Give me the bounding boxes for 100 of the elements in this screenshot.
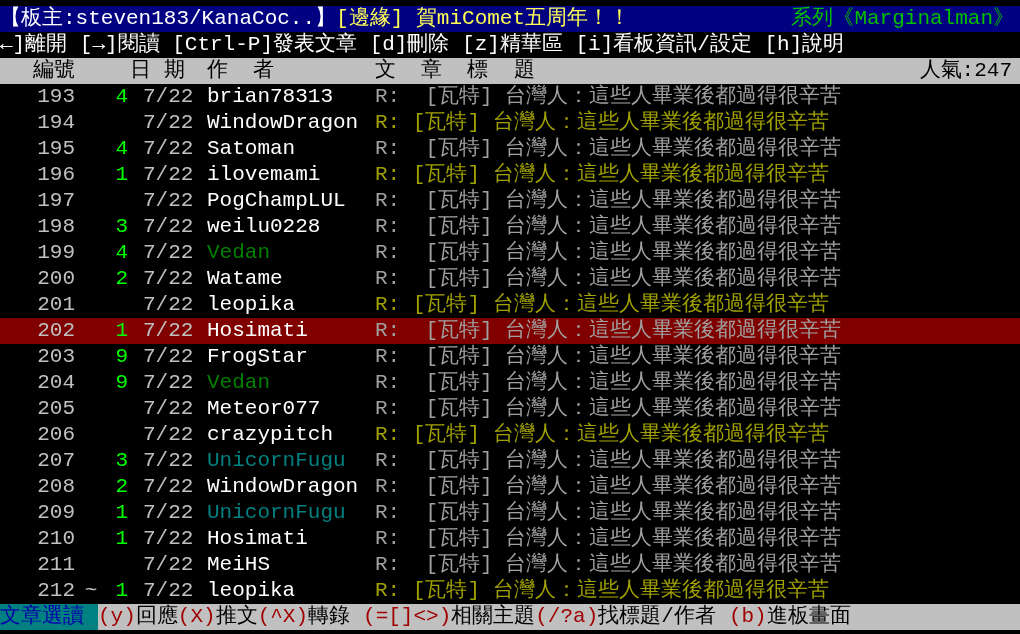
author-name: leopika [207,579,296,602]
post-row[interactable]: 210 1 7/22 Hosimati R: [瓦特] 台灣人：這些人畢業後都過得很辛苦 [0,526,1020,552]
post-title: R: [瓦特] 台灣人：這些人畢業後都過得很辛苦 [375,396,843,422]
post-date: 7/22 [142,344,195,370]
push-count: 4 [114,240,129,266]
post-row[interactable]: 193 4 7/22 brian78313 R: [瓦特] 台灣人：這些人畢業後都過得很辛苦 [0,84,1020,110]
post-row[interactable]: 197 7/22 PogChampLUL R: [瓦特] 台灣人：這些人畢業後都過得很辛苦 [0,188,1020,214]
hotkey-hint: (=[]<>)相關主題 [363,604,536,630]
post-title: R: [瓦特] 台灣人：這些人畢業後都過得很辛苦 [375,344,843,370]
post-number: 211 [36,552,76,578]
post-row[interactable]: 206 7/22 crazypitch R: [瓦特] 台灣人：這些人畢業後都過得很辛苦 [0,422,1020,448]
push-count: 4 [114,136,129,162]
post-title: R: [瓦特] 台灣人：這些人畢業後都過得很辛苦 [375,136,843,162]
post-date: 7/22 [142,266,195,292]
push-count: 1 [114,162,129,188]
column-header: 編號 [32,58,76,84]
post-number: 194 [36,110,76,136]
post-number: 206 [36,422,76,448]
post-title: R: [瓦特] 台灣人：這些人畢業後都過得很辛苦 [375,422,830,448]
author-name: Meteor077 [207,397,321,420]
push-count: 1 [114,578,129,604]
post-date: 7/22 [142,578,195,604]
mode-label: 文章選讀 [0,604,98,630]
post-row[interactable]: 196 1 7/22 ilovemami R: [瓦特] 台灣人：這些人畢業後都過得很辛苦 [0,162,1020,188]
hotkey-hint: (X)推文 [177,604,258,630]
post-date: 7/22 [142,162,195,188]
post-number: 193 [36,84,76,110]
post-row[interactable]: 201 7/22 leopika R: [瓦特] 台灣人：這些人畢業後都過得很辛苦 [0,292,1020,318]
post-date: 7/22 [142,318,195,344]
author-name: brian78313 [207,85,334,108]
post-row[interactable]: 200 2 7/22 Watame R: [瓦特] 台灣人：這些人畢業後都過得很辛苦 [0,266,1020,292]
post-date: 7/22 [142,500,195,526]
author-name: Watame [207,267,283,290]
push-count: 2 [114,266,129,292]
push-count: 3 [114,214,129,240]
push-count: 9 [114,344,129,370]
author-name: weilu0228 [207,215,321,238]
post-date: 7/22 [142,422,195,448]
post-row[interactable]: 204 9 7/22 Vedan R: [瓦特] 台灣人：這些人畢業後都過得很辛苦 [0,370,1020,396]
post-row[interactable]: 199 4 7/22 Vedan R: [瓦特] 台灣人：這些人畢業後都過得很辛苦 [0,240,1020,266]
post-number: 197 [36,188,76,214]
post-row[interactable]: 212 ~ 1 7/22 leopika R: [瓦特] 台灣人：這些人畢業後都過得很辛苦 [0,578,1020,604]
column-header: 日 期 [130,58,186,84]
post-number: 205 [36,396,76,422]
author-name: Hosimati [207,527,308,550]
post-row[interactable]: 194 7/22 WindowDragon R: [瓦特] 台灣人：這些人畢業後都過得很辛苦 [0,110,1020,136]
post-title: R: [瓦特] 台灣人：這些人畢業後都過得很辛苦 [375,318,843,344]
push-count: 1 [114,526,129,552]
post-number: 196 [36,162,76,188]
selected-row[interactable]: 202 1 7/22 Hosimati R: [瓦特] 台灣人：這些人畢業後都過得很辛苦 [0,318,1020,344]
post-title: R: [瓦特] 台灣人：這些人畢業後都過得很辛苦 [375,188,843,214]
post-number: 208 [36,474,76,500]
push-count: 1 [114,500,129,526]
post-row[interactable]: 209 1 7/22 UnicornFugu R: [瓦特] 台灣人：這些人畢業後都過得很辛苦 [0,500,1020,526]
author-name: WindowDragon [207,111,359,134]
author-name: WindowDragon [207,475,359,498]
hotkey-hint: (^X)轉錄 [257,604,351,630]
popularity-count: 人氣:247 [919,58,1013,84]
post-title: R: [瓦特] 台灣人：這些人畢業後都過得很辛苦 [375,266,843,292]
post-number: 210 [36,526,76,552]
author-name: Satoman [207,137,296,160]
post-title: R: [瓦特] 台灣人：這些人畢業後都過得很辛苦 [375,292,830,318]
post-row[interactable]: 205 7/22 Meteor077 R: [瓦特] 台灣人：這些人畢業後都過得很辛苦 [0,396,1020,422]
author-name: Vedan [207,241,270,264]
push-count: 2 [114,474,129,500]
post-title: R: [瓦特] 台灣人：這些人畢業後都過得很辛苦 [375,240,843,266]
post-title: R: [瓦特] 台灣人：這些人畢業後都過得很辛苦 [375,500,843,526]
post-date: 7/22 [142,396,195,422]
column-header: 文 章 標 題 [375,58,536,84]
post-date: 7/22 [142,214,195,240]
push-count: 9 [114,370,129,396]
post-number: 207 [36,448,76,474]
post-title: R: [瓦特] 台灣人：這些人畢業後都過得很辛苦 [375,84,843,110]
post-title: R: [瓦特] 台灣人：這些人畢業後都過得很辛苦 [375,552,843,578]
author-name: ilovemami [207,163,321,186]
push-count: 3 [114,448,129,474]
post-title: R: [瓦特] 台灣人：這些人畢業後都過得很辛苦 [375,448,843,474]
post-row[interactable]: 203 9 7/22 FrogStar R: [瓦特] 台灣人：這些人畢業後都過得很辛苦 [0,344,1020,370]
key-hints: ←]離開 [→]閱讀 [Ctrl-P]發表文章 [d]刪除 [z]精華區 [i]看板資訊/設定 [h]說明 [0,32,846,58]
board-title: [邊緣] 賀miComet五周年！！ [336,6,631,32]
post-row[interactable]: 198 3 7/22 weilu0228 R: [瓦特] 台灣人：這些人畢業後都過得很辛苦 [0,214,1020,240]
author-name: UnicornFugu [207,501,346,524]
post-row[interactable]: 207 3 7/22 UnicornFugu R: [瓦特] 台灣人：這些人畢業後都過得很辛苦 [0,448,1020,474]
author-name: UnicornFugu [207,449,346,472]
post-number: 209 [36,500,76,526]
post-date: 7/22 [142,188,195,214]
post-title: R: [瓦特] 台灣人：這些人畢業後都過得很辛苦 [375,162,830,188]
author-name: MeiHS [207,553,270,576]
post-date: 7/22 [142,552,195,578]
post-number: 200 [36,266,76,292]
post-number: 212 [36,578,76,604]
post-row[interactable]: 211 7/22 MeiHS R: [瓦特] 台灣人：這些人畢業後都過得很辛苦 [0,552,1020,578]
post-row[interactable]: 208 2 7/22 WindowDragon R: [瓦特] 台灣人：這些人畢業後都過得很辛苦 [0,474,1020,500]
series-label: 系列《Marginalman》 [791,6,1015,32]
push-count: 4 [114,84,129,110]
post-title: R: [瓦特] 台灣人：這些人畢業後都過得很辛苦 [375,110,830,136]
moderator-label: 【板主:steven183/KanaCoc..】 [0,6,337,32]
post-row[interactable]: 195 4 7/22 Satoman R: [瓦特] 台灣人：這些人畢業後都過得很辛苦 [0,136,1020,162]
post-number: 204 [36,370,76,396]
hotkey-hint: (y)回應 [98,604,178,630]
